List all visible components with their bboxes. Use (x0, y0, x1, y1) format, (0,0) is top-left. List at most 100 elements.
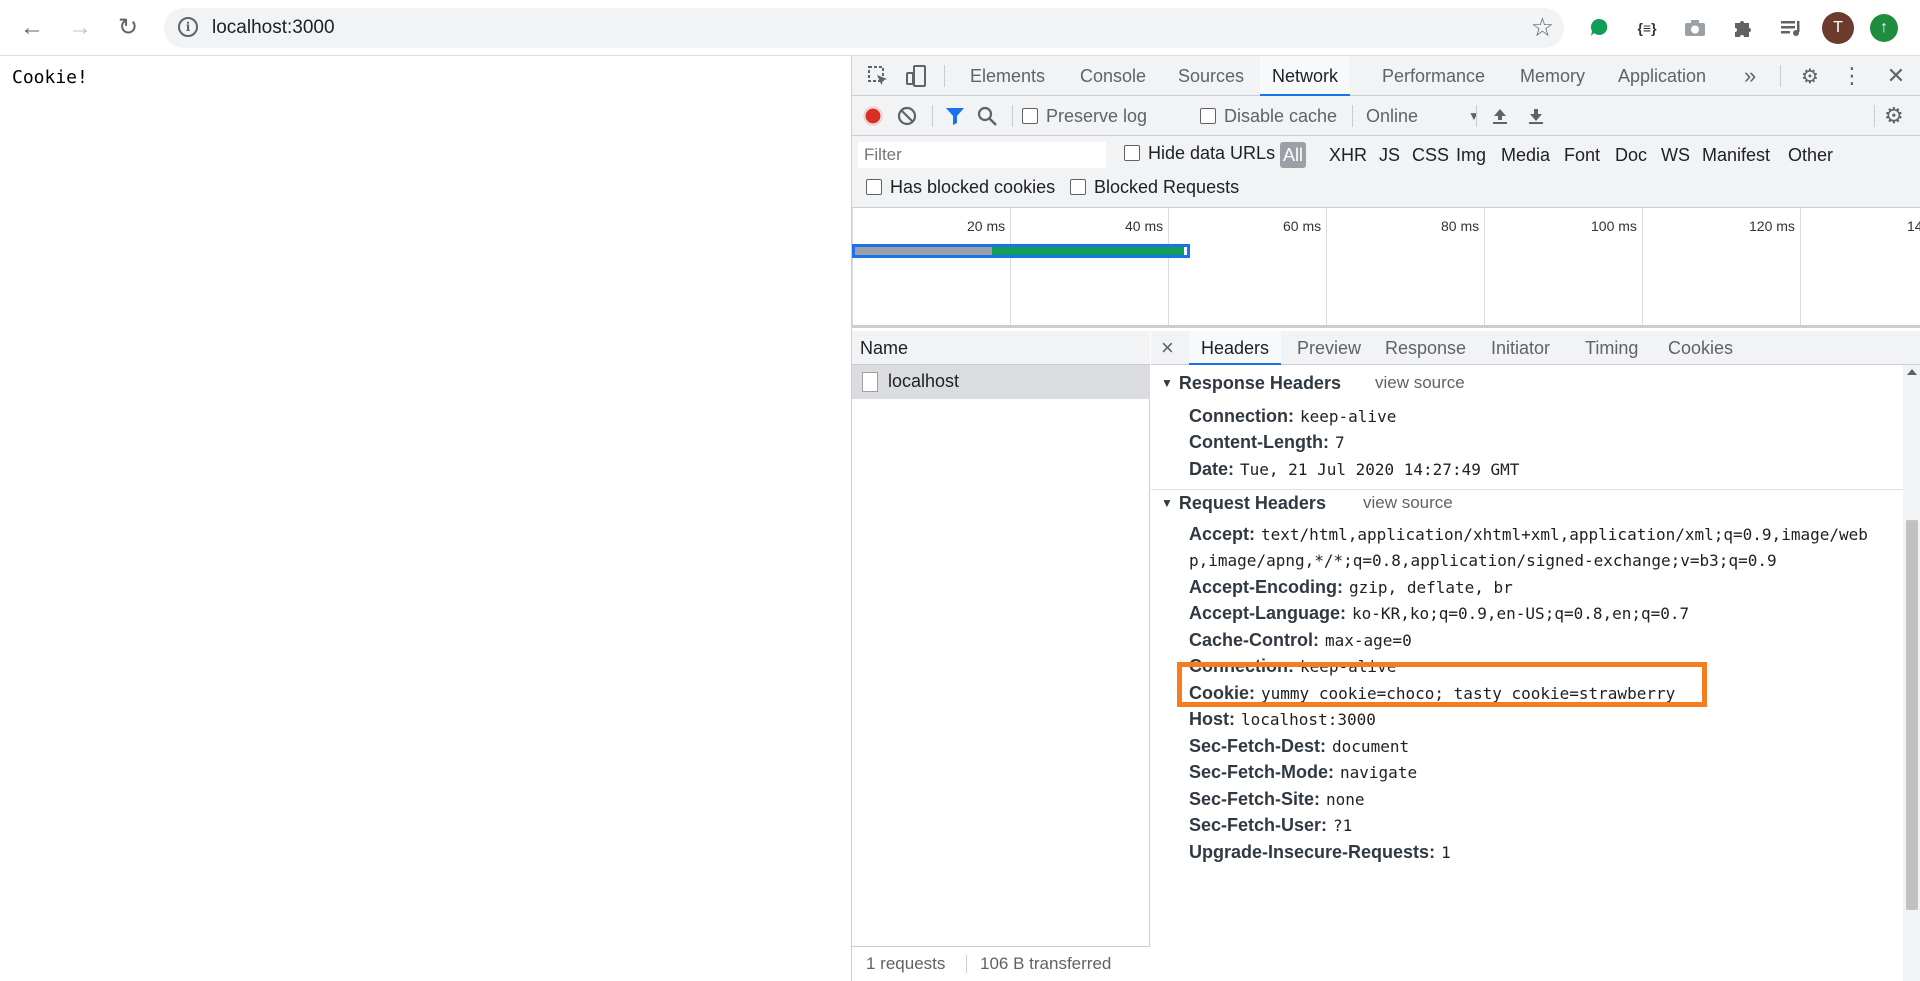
tab-performance[interactable]: Performance (1370, 56, 1497, 96)
headers-content: ▼ Response Headers view source Connection… (1151, 365, 1903, 981)
response-header-row: Connection: keep-alive (1189, 406, 1397, 426)
filter-funnel-icon[interactable] (944, 105, 966, 127)
timeline-tick: 14 (1907, 218, 1920, 234)
request-header-row: Accept-Encoding: gzip, deflate, br (1189, 577, 1513, 597)
throttle-select[interactable]: Online ▼ (1366, 105, 1480, 127)
filter-input[interactable] (858, 142, 1106, 168)
page-content: Cookie! (0, 56, 851, 981)
view-source-link[interactable]: view source (1375, 373, 1465, 393)
request-header-row: Sec-Fetch-Site: none (1189, 789, 1365, 809)
blocked-requests-checkbox[interactable]: Blocked Requests (1070, 176, 1239, 198)
tab-console[interactable]: Console (1068, 56, 1158, 96)
close-devtools-icon[interactable]: ✕ (1882, 62, 1910, 90)
filter-type-css[interactable]: CSS (1409, 142, 1452, 168)
disable-cache-checkbox[interactable]: Disable cache (1200, 105, 1337, 127)
filter-type-other[interactable]: Other (1785, 142, 1836, 168)
forward-icon[interactable]: → (62, 10, 98, 46)
devtools-tab-bar: Elements Console Sources Network Perform… (852, 56, 1920, 96)
request-headers-section[interactable]: ▼ Request Headers (1161, 493, 1326, 514)
filter-bar: Hide data URLs All XHR JS CSS Img Media … (852, 136, 1920, 208)
filter-type-font[interactable]: Font (1561, 142, 1603, 168)
page-text: Cookie! (12, 67, 88, 88)
record-icon[interactable] (862, 105, 884, 127)
extensions-puzzle-icon[interactable] (1728, 13, 1758, 43)
network-settings-gear-icon[interactable]: ⚙ (1884, 103, 1904, 128)
inspect-element-icon[interactable] (864, 62, 892, 90)
bookmark-star-icon[interactable]: ☆ (1531, 12, 1554, 43)
filter-type-media[interactable]: Media (1498, 142, 1553, 168)
tab-initiator[interactable]: Initiator (1479, 331, 1562, 365)
request-row[interactable]: localhost (852, 365, 1150, 399)
tab-headers[interactable]: Headers (1189, 331, 1282, 365)
filter-type-img[interactable]: Img (1453, 142, 1489, 168)
device-toolbar-icon[interactable] (902, 62, 930, 90)
camera-icon[interactable] (1680, 13, 1710, 43)
expand-triangle-icon: ▼ (1161, 376, 1173, 390)
tab-network[interactable]: Network (1260, 56, 1351, 96)
response-header-row: Date: Tue, 21 Jul 2020 14:27:49 GMT (1189, 459, 1520, 479)
has-blocked-cookies-box[interactable] (866, 179, 882, 195)
response-headers-section[interactable]: ▼ Response Headers (1161, 373, 1341, 394)
clear-icon[interactable] (896, 105, 918, 127)
import-har-icon[interactable] (1490, 105, 1510, 127)
hide-data-urls-box[interactable] (1124, 145, 1140, 161)
network-status-bar: 1 requests 106 B transferred (852, 946, 1150, 981)
hide-data-urls-checkbox[interactable]: Hide data URLs (1124, 142, 1275, 164)
request-header-row: Sec-Fetch-Dest: document (1189, 736, 1410, 756)
timeline-tick: 120 ms (1749, 218, 1795, 234)
export-har-icon[interactable] (1526, 105, 1546, 127)
preserve-log-box[interactable] (1022, 108, 1038, 124)
tab-timing[interactable]: Timing (1573, 331, 1650, 365)
tab-memory[interactable]: Memory (1508, 56, 1597, 96)
network-timeline-overview[interactable]: 20 ms 40 ms 60 ms 80 ms 100 ms 120 ms 14 (852, 208, 1920, 328)
json-extension-icon[interactable]: {≡} (1632, 13, 1662, 43)
filter-type-js[interactable]: JS (1376, 142, 1403, 168)
kebab-menu-icon[interactable]: ⋮ (1838, 62, 1866, 90)
more-tabs-icon[interactable]: » (1732, 56, 1768, 96)
media-queue-icon[interactable] (1776, 13, 1806, 43)
address-bar[interactable]: i localhost:3000 ☆ (164, 8, 1564, 48)
view-source-link[interactable]: view source (1363, 493, 1453, 513)
reload-icon[interactable]: ↻ (110, 10, 146, 46)
preserve-log-checkbox[interactable]: Preserve log (1022, 105, 1147, 127)
cookie-highlight-box (1177, 662, 1707, 707)
tab-preview[interactable]: Preview (1285, 331, 1373, 365)
green-extension-icon[interactable] (1584, 13, 1614, 43)
document-icon (862, 372, 878, 392)
tab-response[interactable]: Response (1373, 331, 1478, 365)
request-name: localhost (888, 371, 960, 391)
scroll-thumb[interactable] (1906, 520, 1918, 910)
timeline-download-segment (992, 247, 1184, 255)
settings-gear-icon[interactable]: ⚙ (1796, 62, 1824, 90)
filter-type-manifest[interactable]: Manifest (1699, 142, 1773, 168)
chevron-down-icon: ▼ (1468, 109, 1480, 123)
response-header-row: Content-Length: 7 (1189, 432, 1345, 452)
close-detail-icon[interactable]: × (1161, 331, 1174, 365)
request-header-row: Cache-Control: max-age=0 (1189, 630, 1412, 650)
request-header-row: Accept-Language: ko-KR,ko;q=0.9,en-US;q=0… (1189, 603, 1690, 623)
timeline-tick: 60 ms (1283, 218, 1322, 234)
has-blocked-cookies-checkbox[interactable]: Has blocked cookies (866, 176, 1055, 198)
detail-scrollbar[interactable] (1903, 365, 1920, 981)
browser-toolbar: ← → ↻ i localhost:3000 ☆ {≡} T ↑ (0, 0, 1920, 56)
profile-avatar[interactable]: T (1822, 12, 1854, 44)
search-icon[interactable] (976, 105, 998, 127)
tab-application[interactable]: Application (1606, 56, 1718, 96)
site-info-icon[interactable]: i (178, 17, 198, 37)
request-count: 1 requests (866, 954, 946, 973)
blocked-requests-box[interactable] (1070, 179, 1086, 195)
filter-type-xhr[interactable]: XHR (1326, 142, 1370, 168)
scroll-up-arrow-icon[interactable] (1907, 369, 1917, 375)
url-text[interactable]: localhost:3000 (212, 17, 335, 39)
tab-cookies[interactable]: Cookies (1656, 331, 1745, 365)
disable-cache-box[interactable] (1200, 108, 1216, 124)
update-arrow-icon[interactable]: ↑ (1870, 14, 1898, 42)
tab-elements[interactable]: Elements (958, 56, 1057, 96)
filter-type-doc[interactable]: Doc (1612, 142, 1650, 168)
filter-type-ws[interactable]: WS (1658, 142, 1693, 168)
name-column-header[interactable]: Name (852, 331, 1150, 365)
filter-type-all[interactable]: All (1280, 142, 1307, 168)
back-icon[interactable]: ← (14, 10, 50, 46)
tab-sources[interactable]: Sources (1166, 56, 1256, 96)
response-headers-title: Response Headers (1178, 373, 1341, 393)
